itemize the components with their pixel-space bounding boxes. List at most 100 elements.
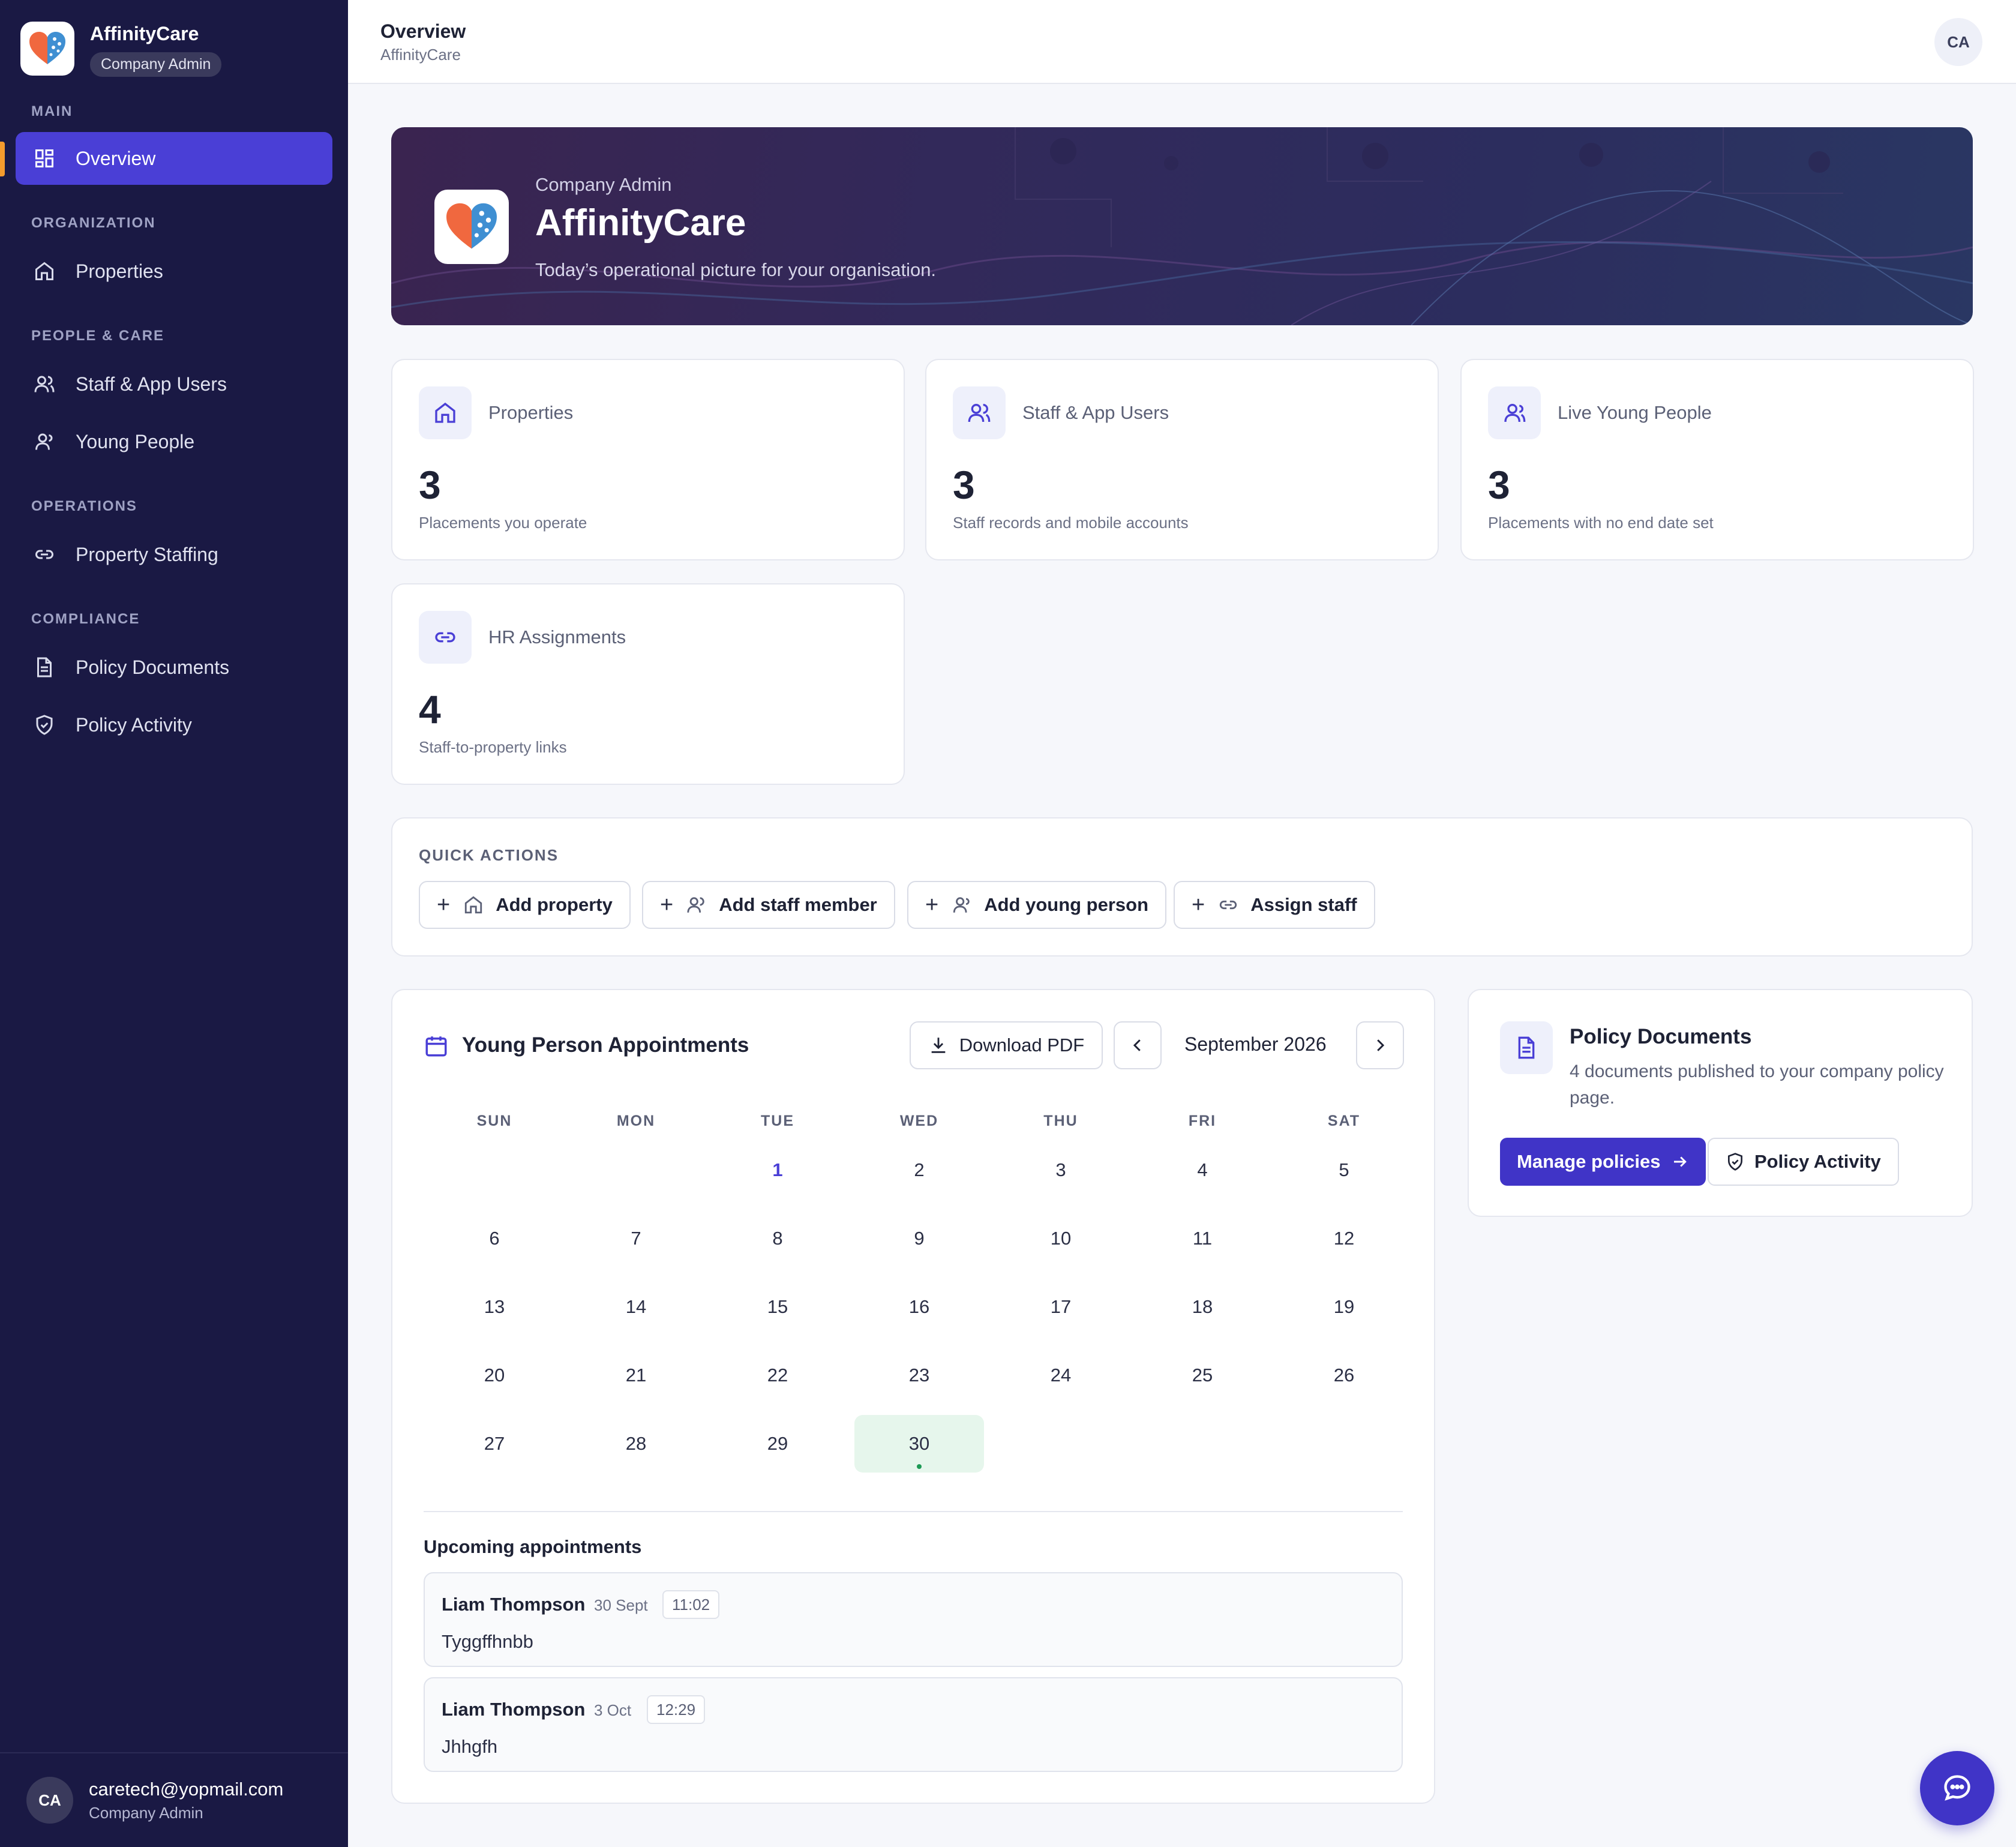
calendar-day[interactable]: 16 <box>854 1278 984 1336</box>
calendar-day[interactable]: 12 <box>1279 1210 1409 1267</box>
calendar-day[interactable]: 5 <box>1279 1141 1409 1199</box>
calendar-day[interactable]: 26 <box>1279 1347 1409 1404</box>
home-icon <box>32 259 56 283</box>
link-icon <box>419 611 472 664</box>
add-young-person-label: Add young person <box>984 894 1149 915</box>
stat-value: 3 <box>953 463 975 507</box>
weekday-header: TUE <box>761 1113 794 1129</box>
stat-card-properties[interactable]: Properties 3 Placements you operate <box>391 359 905 560</box>
calendar-day[interactable]: 22 <box>713 1347 842 1404</box>
sidebar-item-young-people[interactable]: Young People <box>16 415 332 468</box>
sidebar-item-policy-activity[interactable]: Policy Activity <box>16 698 332 751</box>
link-icon <box>1218 895 1238 915</box>
calendar-day[interactable]: 15 <box>713 1278 842 1336</box>
calendar-day[interactable]: 1 <box>713 1141 842 1199</box>
add-staff-member-label: Add staff member <box>719 894 877 915</box>
calendar-day[interactable]: 17 <box>996 1278 1126 1336</box>
weekday-header: FRI <box>1188 1113 1217 1129</box>
calendar-day[interactable]: 20 <box>430 1347 559 1404</box>
download-pdf-button[interactable]: Download PDF <box>910 1021 1103 1069</box>
sidebar-item-label: Policy Documents <box>76 656 230 678</box>
shield-check-icon <box>1726 1152 1745 1171</box>
calendar-day[interactable]: 28 <box>571 1415 701 1473</box>
stat-card-hr-assignments[interactable]: HR Assignments 4 Staff-to-property links <box>391 583 905 785</box>
download-icon <box>928 1035 949 1056</box>
calendar-day[interactable]: 9 <box>854 1210 984 1267</box>
sidebar-item-staff[interactable]: Staff & App Users <box>16 358 332 410</box>
sidebar-item-label: Policy Activity <box>76 713 192 736</box>
sidebar-item-label: Property Staffing <box>76 543 218 565</box>
calendar-day[interactable]: 7 <box>571 1210 701 1267</box>
calendar-day[interactable]: 23 <box>854 1347 984 1404</box>
chat-button[interactable] <box>1920 1751 1994 1825</box>
policy-activity-button[interactable]: Policy Activity <box>1708 1138 1899 1186</box>
calendar-day[interactable]: 8 <box>713 1210 842 1267</box>
policy-documents-card: Policy Documents 4 documents published t… <box>1468 989 1973 1217</box>
weekday-header: WED <box>899 1113 939 1129</box>
sidebar-item-overview[interactable]: Overview <box>16 132 332 185</box>
top-bar: Overview AffinityCare CA <box>348 0 2016 84</box>
weekday-header: THU <box>1043 1113 1078 1129</box>
sidebar-item-label: Staff & App Users <box>76 373 227 395</box>
policy-activity-label: Policy Activity <box>1754 1151 1881 1172</box>
calendar-day[interactable]: 25 <box>1138 1347 1267 1404</box>
calendar-day[interactable]: 10 <box>996 1210 1126 1267</box>
hero-banner: Company Admin AffinityCare Today’s opera… <box>391 127 1973 325</box>
assign-staff-button[interactable]: + Assign staff <box>1174 881 1375 929</box>
arrow-right-icon <box>1671 1153 1689 1171</box>
plus-icon: + <box>437 892 451 917</box>
sidebar-item-properties[interactable]: Properties <box>16 245 332 298</box>
home-icon <box>463 895 484 915</box>
policy-card-title: Policy Documents <box>1570 1025 1752 1048</box>
appointment-date: 3 Oct <box>594 1701 632 1719</box>
appointment-item[interactable]: Liam Thompson 3 Oct 12:29 Jhhgfh <box>424 1677 1403 1772</box>
calendar-day[interactable]: 27 <box>430 1415 559 1473</box>
appointment-item[interactable]: Liam Thompson 30 Sept 11:02 Tyggffhnbb <box>424 1572 1403 1667</box>
add-property-button[interactable]: + Add property <box>419 881 631 929</box>
brand[interactable]: AffinityCare Company Admin <box>20 22 222 77</box>
calendar-day[interactable]: 3 <box>996 1141 1126 1199</box>
month-label: September 2026 <box>1184 1033 1327 1055</box>
page-subtitle: AffinityCare <box>380 46 461 64</box>
stat-label: HR Assignments <box>488 626 626 647</box>
hero-eyebrow: Company Admin <box>535 174 672 195</box>
add-young-person-button[interactable]: + Add young person <box>907 881 1167 929</box>
next-month-button[interactable] <box>1356 1021 1404 1069</box>
calendar-day-today[interactable]: 30 <box>854 1415 984 1473</box>
stat-caption: Staff-to-property links <box>419 738 567 756</box>
user-avatar-button[interactable]: CA <box>1934 18 1982 66</box>
quick-actions-title: QUICK ACTIONS <box>419 846 559 864</box>
users-icon <box>686 895 707 915</box>
chevron-right-icon <box>1371 1036 1389 1054</box>
calendar-day[interactable]: 21 <box>571 1347 701 1404</box>
manage-policies-button[interactable]: Manage policies <box>1500 1138 1706 1186</box>
appointment-date: 30 Sept <box>594 1596 648 1614</box>
calendar-day[interactable]: 6 <box>430 1210 559 1267</box>
calendar-day[interactable]: 14 <box>571 1278 701 1336</box>
grid-icon <box>32 146 56 170</box>
users-icon <box>1488 386 1541 439</box>
link-icon <box>32 542 56 566</box>
chevron-left-icon <box>1129 1036 1147 1054</box>
plus-icon: + <box>925 892 939 917</box>
stat-card-staff[interactable]: Staff & App Users 3 Staff records and mo… <box>925 359 1439 560</box>
divider <box>424 1511 1403 1512</box>
calendar-day[interactable]: 18 <box>1138 1278 1267 1336</box>
calendar-day[interactable]: 4 <box>1138 1141 1267 1199</box>
add-staff-member-button[interactable]: + Add staff member <box>642 881 895 929</box>
sidebar-item-policy-documents[interactable]: Policy Documents <box>16 641 332 694</box>
sidebar-item-property-staffing[interactable]: Property Staffing <box>16 528 332 581</box>
calendar-day[interactable]: 19 <box>1279 1278 1409 1336</box>
calendar-day[interactable]: 11 <box>1138 1210 1267 1267</box>
manage-policies-label: Manage policies <box>1517 1151 1661 1172</box>
appointment-time: 11:02 <box>662 1590 720 1619</box>
stat-card-live-young-people[interactable]: Live Young People 3 Placements with no e… <box>1460 359 1974 560</box>
calendar-day[interactable]: 29 <box>713 1415 842 1473</box>
account-menu[interactable]: CA caretech@yopmail.com Company Admin <box>0 1752 348 1847</box>
appointments-calendar-card: Young Person Appointments Download PDF S… <box>391 989 1435 1804</box>
calendar-day[interactable]: 13 <box>430 1278 559 1336</box>
calendar-day[interactable]: 24 <box>996 1347 1126 1404</box>
calendar-day[interactable]: 2 <box>854 1141 984 1199</box>
chat-bubble-icon <box>1942 1773 1973 1804</box>
previous-month-button[interactable] <box>1114 1021 1162 1069</box>
